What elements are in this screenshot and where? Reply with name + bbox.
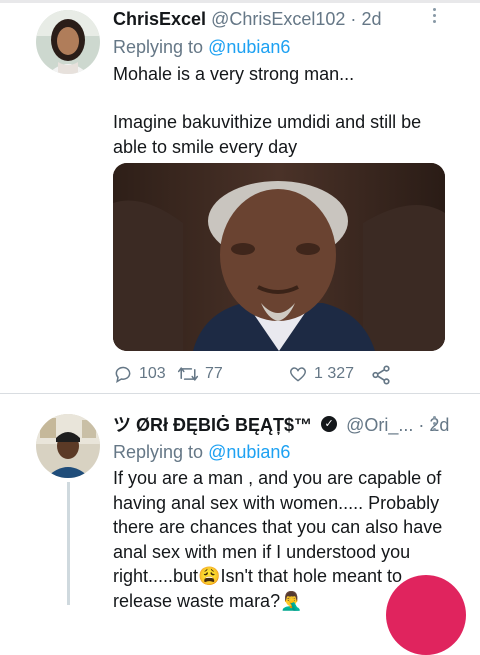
timestamp[interactable]: 2d [361,9,381,29]
display-name[interactable]: ツ ØRł ĐĘBIĠ BĘĄȚ$™ [113,415,312,435]
replying-to: Replying to @nubian6 [113,36,290,58]
handle[interactable]: @ChrisExcel102 [211,9,345,29]
like-count: 1 327 [314,365,355,382]
avatar[interactable] [36,414,100,478]
share-button[interactable] [370,364,392,386]
tweet-text: Imagine bakuvithize umdidi and still be … [113,112,422,157]
tweet-header: ChrisExcel @ChrisExcel102 · 2d [113,8,381,30]
like-icon [289,367,307,382]
tweet[interactable]: ChrisExcel @ChrisExcel102 · 2d Replying … [0,0,480,393]
display-name[interactable]: ChrisExcel [113,9,206,29]
handle[interactable]: @Ori_... [346,415,413,435]
avatar[interactable] [36,10,100,74]
mention-link[interactable]: @nubian6 [208,37,290,57]
tweet-image[interactable] [113,163,445,351]
separator: · [350,9,357,29]
compose-fab[interactable] [386,575,466,655]
separator: · [418,415,425,435]
tweet-text: Mohale is a very strong man... [113,64,355,84]
like-button[interactable]: 1 327 [288,364,354,384]
mention-link[interactable]: @nubian6 [208,442,290,462]
replying-prefix: Replying to [113,37,204,57]
tweet-actions: 103 77 1 327 [113,364,413,388]
retweet-count: 77 [205,365,223,382]
more-icon[interactable] [433,8,436,23]
share-icon [372,365,390,385]
tweet-divider [0,393,480,394]
reply-button[interactable]: 103 [113,364,166,384]
reply-icon [115,366,131,384]
tweet-header: ツ ØRł ĐĘBIĠ BĘĄȚ$™ ✓ @Ori_... · 2d [113,414,449,436]
thread-line [67,482,70,605]
retweet-button[interactable]: 77 [177,364,223,384]
more-icon[interactable] [433,416,436,431]
replying-prefix: Replying to [113,442,204,462]
replying-to: Replying to @nubian6 [113,441,290,463]
reply-count: 103 [139,365,166,382]
verified-icon: ✓ [321,416,338,433]
retweet-icon [177,367,199,381]
